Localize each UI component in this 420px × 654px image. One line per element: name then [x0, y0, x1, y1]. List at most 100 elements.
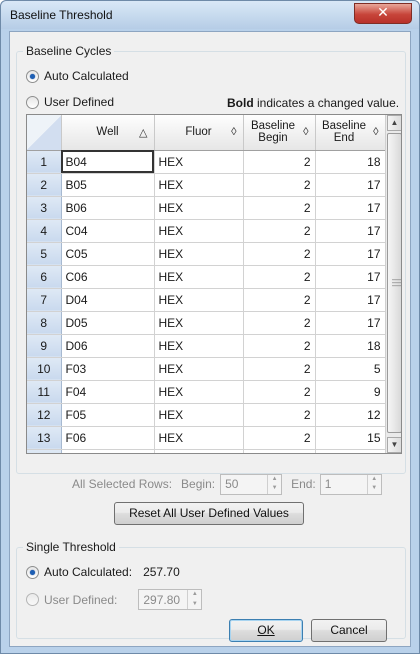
- table-row[interactable]: 8 D05 HEX 2 17: [27, 311, 386, 335]
- baseline-begin-cell[interactable]: 2: [243, 380, 316, 404]
- table-row[interactable]: 14F07HEX219: [27, 449, 386, 453]
- stepper-down-icon[interactable]: ▼: [268, 484, 281, 494]
- well-cell[interactable]: F03: [61, 357, 155, 381]
- row-number-cell[interactable]: 11: [27, 380, 62, 404]
- baseline-begin-cell[interactable]: 2: [243, 357, 316, 381]
- stepper-up-icon[interactable]: ▲: [368, 475, 381, 485]
- fluor-cell[interactable]: HEX: [154, 449, 244, 453]
- table-row[interactable]: 12 F05 HEX 2 12: [27, 403, 386, 427]
- end-stepper[interactable]: 1 ▲ ▼: [319, 473, 382, 495]
- table-row[interactable]: 4 C04 HEX 2 17: [27, 219, 386, 243]
- fluor-cell[interactable]: HEX: [154, 334, 244, 358]
- reset-user-values-button[interactable]: Reset All User Defined Values: [114, 502, 304, 525]
- baseline-begin-cell[interactable]: 2: [243, 196, 316, 220]
- row-number-cell[interactable]: 3: [27, 196, 62, 220]
- col-header-fluor[interactable]: Fluor ◊: [154, 115, 244, 151]
- well-cell[interactable]: F05: [61, 403, 155, 427]
- close-button[interactable]: ✕: [354, 3, 412, 24]
- well-cell[interactable]: B04: [61, 150, 155, 174]
- baseline-begin-cell[interactable]: 2: [243, 311, 316, 335]
- row-number-cell[interactable]: 12: [27, 403, 62, 427]
- cancel-button[interactable]: Cancel: [311, 619, 387, 642]
- scroll-up-icon[interactable]: ▲: [387, 115, 401, 131]
- row-number-cell[interactable]: 1: [27, 150, 62, 174]
- baseline-end-cell[interactable]: 18: [315, 334, 386, 358]
- table-row[interactable]: 10 F03 HEX 2 5: [27, 357, 386, 381]
- baseline-begin-cell[interactable]: 2: [243, 242, 316, 266]
- well-cell[interactable]: C06: [61, 265, 155, 289]
- stepper-up-icon[interactable]: ▲: [188, 590, 201, 600]
- row-number-cell[interactable]: 6: [27, 265, 62, 289]
- radio-selected-icon[interactable]: [26, 565, 39, 579]
- radio-selected-icon[interactable]: [26, 69, 39, 83]
- baseline-end-cell[interactable]: 9: [315, 380, 386, 404]
- fluor-cell[interactable]: HEX: [154, 150, 244, 174]
- table-row[interactable]: 7 D04 HEX 2 17: [27, 288, 386, 312]
- radio-unselected-icon[interactable]: [26, 95, 39, 109]
- baseline-begin-cell[interactable]: 2: [243, 150, 316, 174]
- baseline-end-cell[interactable]: 19: [315, 449, 386, 453]
- table-row[interactable]: 1 B04 HEX 2 18: [27, 150, 386, 174]
- table-row[interactable]: 5 C05 HEX 2 17: [27, 242, 386, 266]
- fluor-cell[interactable]: HEX: [154, 311, 244, 335]
- row-number-cell[interactable]: 4: [27, 219, 62, 243]
- end-value[interactable]: 1: [321, 477, 367, 491]
- col-header-baseline-begin[interactable]: Baseline Begin ◊: [243, 115, 316, 151]
- baseline-end-cell[interactable]: 17: [315, 311, 386, 335]
- threshold-auto-radio[interactable]: Auto Calculated: 257.70: [26, 565, 180, 579]
- baseline-auto-radio[interactable]: Auto Calculated: [26, 69, 129, 83]
- baseline-begin-cell[interactable]: 2: [243, 449, 316, 453]
- row-number-cell[interactable]: 13: [27, 426, 62, 450]
- row-number-cell[interactable]: 9: [27, 334, 62, 358]
- grid-vertical-scrollbar[interactable]: ▲ — — — ▼: [385, 115, 401, 453]
- baseline-end-cell[interactable]: 17: [315, 242, 386, 266]
- baseline-user-radio[interactable]: User Defined: [26, 95, 114, 109]
- well-cell[interactable]: B06: [61, 196, 155, 220]
- baseline-end-cell[interactable]: 17: [315, 288, 386, 312]
- well-cell[interactable]: F07: [61, 449, 155, 453]
- baseline-begin-cell[interactable]: 2: [243, 219, 316, 243]
- baseline-end-cell[interactable]: 17: [315, 219, 386, 243]
- table-row[interactable]: 9 D06 HEX 2 18: [27, 334, 386, 358]
- table-row[interactable]: 13 F06 HEX 2 15: [27, 426, 386, 450]
- radio-unselected-icon[interactable]: [26, 593, 39, 606]
- well-cell[interactable]: D06: [61, 334, 155, 358]
- begin-stepper[interactable]: 50 ▲ ▼: [220, 473, 283, 495]
- baseline-begin-cell[interactable]: 2: [243, 426, 316, 450]
- well-cell[interactable]: F04: [61, 380, 155, 404]
- baseline-end-cell[interactable]: 17: [315, 173, 386, 197]
- scroll-down-icon[interactable]: ▼: [387, 437, 401, 453]
- well-cell[interactable]: C05: [61, 242, 155, 266]
- row-number-cell[interactable]: 8: [27, 311, 62, 335]
- fluor-cell[interactable]: HEX: [154, 173, 244, 197]
- baseline-begin-cell[interactable]: 2: [243, 265, 316, 289]
- baseline-end-cell[interactable]: 18: [315, 150, 386, 174]
- fluor-cell[interactable]: HEX: [154, 242, 244, 266]
- table-row[interactable]: 3 B06 HEX 2 17: [27, 196, 386, 220]
- fluor-cell[interactable]: HEX: [154, 403, 244, 427]
- baseline-begin-cell[interactable]: 2: [243, 334, 316, 358]
- baseline-begin-cell[interactable]: 2: [243, 403, 316, 427]
- fluor-cell[interactable]: HEX: [154, 265, 244, 289]
- table-row[interactable]: 6 C06 HEX 2 17: [27, 265, 386, 289]
- baseline-end-cell[interactable]: 5: [315, 357, 386, 381]
- well-cell[interactable]: F06: [61, 426, 155, 450]
- fluor-cell[interactable]: HEX: [154, 357, 244, 381]
- col-header-baseline-end[interactable]: Baseline End ◊: [315, 115, 386, 151]
- fluor-cell[interactable]: HEX: [154, 426, 244, 450]
- well-cell[interactable]: C04: [61, 219, 155, 243]
- begin-value[interactable]: 50: [221, 477, 267, 491]
- scroll-thumb[interactable]: — — —: [387, 133, 401, 433]
- fluor-cell[interactable]: HEX: [154, 380, 244, 404]
- row-number-cell[interactable]: 7: [27, 288, 62, 312]
- baseline-end-cell[interactable]: 17: [315, 196, 386, 220]
- row-number-cell[interactable]: 2: [27, 173, 62, 197]
- baseline-end-cell[interactable]: 17: [315, 265, 386, 289]
- col-header-well[interactable]: Well △: [61, 115, 155, 151]
- threshold-user-value[interactable]: 297.80: [139, 593, 187, 607]
- select-all-corner[interactable]: [27, 115, 62, 151]
- stepper-up-icon[interactable]: ▲: [268, 475, 281, 485]
- ok-button[interactable]: OK: [229, 619, 303, 642]
- well-cell[interactable]: B05: [61, 173, 155, 197]
- stepper-down-icon[interactable]: ▼: [188, 600, 201, 610]
